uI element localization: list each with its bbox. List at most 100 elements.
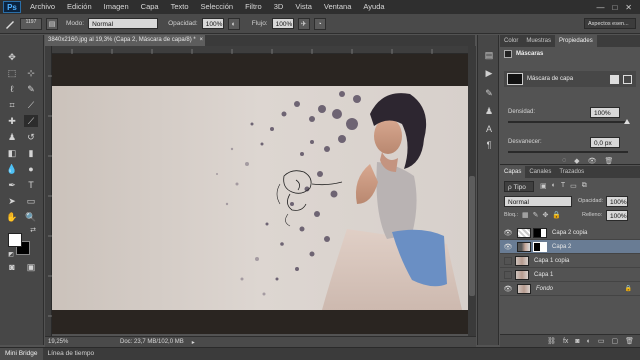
tab-layers[interactable]: Capas (500, 166, 526, 178)
blend-mode-select[interactable]: Normal (504, 196, 572, 207)
menu-imagen[interactable]: Imagen (98, 0, 135, 14)
lock-all-icon[interactable]: 🔒 (552, 211, 561, 219)
density-slider[interactable] (508, 121, 628, 123)
paragraph-panel-icon[interactable]: ¶ (483, 139, 495, 151)
airbrush-icon[interactable]: ✈ (297, 17, 310, 30)
mode-select[interactable]: Normal (88, 18, 159, 29)
filter-pixel-icon[interactable]: ▣ (540, 182, 547, 190)
tab-paths[interactable]: Trazados (555, 166, 588, 178)
healing-tool-icon[interactable]: ✚ (5, 115, 19, 127)
shape-tool-icon[interactable]: ▭ (24, 195, 38, 207)
dodge-tool-icon[interactable]: ● (24, 163, 38, 175)
new-layer-icon[interactable]: ▢ (611, 337, 618, 345)
status-arrow-icon[interactable]: ▸ (192, 339, 195, 346)
tab-color[interactable]: Color (500, 35, 522, 47)
close-button[interactable]: ✕ (625, 3, 632, 12)
layer-row-capa-2-copia[interactable]: 👁 Capa 2 copia (500, 226, 640, 240)
eyedropper-tool-icon[interactable]: ⟋ (24, 99, 38, 111)
feather-input[interactable]: 0,0 px (590, 137, 620, 148)
layer-row-capa-2[interactable]: 👁 Capa 2 (500, 240, 640, 254)
layer-row-fondo[interactable]: 👁 Fondo 🔒 (500, 282, 640, 296)
vertical-scrollbar[interactable] (468, 46, 476, 336)
menu-texto[interactable]: Texto (165, 0, 195, 14)
brush-tool-icon[interactable]: ⟋ (24, 115, 38, 127)
pen-tool-icon[interactable]: ✒ (5, 179, 19, 191)
fx-icon[interactable]: fx (563, 338, 568, 345)
pressure-opacity-icon[interactable]: ◐ (227, 17, 240, 30)
layer-filter-select[interactable]: ρ Tipo (504, 181, 534, 192)
document-tab[interactable]: 3840x2160.jpg al 19,3% (Capa 2, Máscara … (45, 35, 205, 46)
extra-tool-icon[interactable]: ⊹ (24, 67, 38, 79)
menu-edicion[interactable]: Edición (61, 0, 98, 14)
density-input[interactable]: 100% (590, 107, 620, 118)
screen-mode-icon[interactable]: ▣ (24, 261, 38, 273)
scrollbar-thumb[interactable] (469, 176, 475, 296)
zoom-tool-icon[interactable]: 🔍 (24, 211, 38, 223)
layer-mask-thumbnail[interactable] (533, 241, 547, 252)
layer-row-capa-1-copia[interactable]: Capa 1 copia (500, 254, 640, 268)
mask-icon[interactable]: ◙ (575, 338, 579, 345)
fill-input[interactable]: 100% (606, 210, 628, 221)
menu-archivo[interactable]: Archivo (24, 0, 61, 14)
quick-select-tool-icon[interactable]: ✎ (24, 83, 38, 95)
visibility-eye-icon[interactable]: 👁 (503, 285, 513, 293)
filter-shape-icon[interactable]: ▭ (570, 182, 577, 190)
trash-icon[interactable]: 🗑 (625, 337, 634, 345)
marquee-tool-icon[interactable]: ⬚ (5, 67, 19, 79)
blur-tool-icon[interactable]: 💧 (5, 163, 19, 175)
type-tool-icon[interactable]: T (24, 179, 38, 191)
character-panel-icon[interactable]: A (483, 123, 495, 135)
filter-type-icon[interactable]: T (561, 182, 565, 190)
hand-tool-icon[interactable]: ✋ (5, 211, 19, 223)
crop-tool-icon[interactable]: ⌗ (5, 99, 19, 111)
history-brush-tool-icon[interactable]: ↺ (24, 131, 38, 143)
swap-colors-icon[interactable]: ⇄ (26, 225, 40, 237)
pixel-mask-icon[interactable] (610, 74, 619, 84)
menu-3d[interactable]: 3D (268, 0, 290, 14)
actions-panel-icon[interactable]: ▶ (483, 67, 495, 79)
visibility-eye-icon[interactable]: 👁 (503, 229, 513, 237)
eraser-tool-icon[interactable]: ◧ (5, 147, 19, 159)
filter-smart-icon[interactable]: ⧉ (582, 182, 587, 190)
layer-mask-thumbnail[interactable] (533, 227, 547, 238)
lock-pixels-icon[interactable]: ✎ (533, 211, 539, 219)
visibility-eye-icon[interactable] (504, 270, 512, 279)
tab-swatches[interactable]: Muestras (522, 35, 555, 47)
document-close-button[interactable]: × (199, 37, 203, 43)
gradient-tool-icon[interactable]: ▮ (24, 147, 38, 159)
menu-capa[interactable]: Capa (135, 0, 165, 14)
move-tool-icon[interactable]: ✥ (5, 51, 19, 63)
history-panel-icon[interactable]: ▤ (483, 49, 495, 61)
lasso-tool-icon[interactable]: ℓ (5, 83, 19, 95)
maximize-button[interactable]: □ (612, 3, 617, 12)
visibility-eye-icon[interactable]: 👁 (503, 243, 513, 251)
opacity-input[interactable]: 100% (201, 18, 224, 29)
link-icon[interactable]: ⛓ (547, 337, 556, 345)
lock-position-icon[interactable]: ✥ (543, 211, 549, 219)
tab-timeline[interactable]: Línea de tiempo (43, 348, 100, 360)
menu-filtro[interactable]: Filtro (239, 0, 268, 14)
menu-ayuda[interactable]: Ayuda (357, 0, 390, 14)
density-slider-handle[interactable] (624, 119, 630, 124)
layer-row-capa-1[interactable]: Capa 1 (500, 268, 640, 282)
workspace-select[interactable]: Aspectos esen... (584, 18, 636, 29)
brush-panel-icon[interactable]: ▤ (46, 17, 58, 30)
brush-preset-picker[interactable]: 1197 (20, 17, 42, 30)
visibility-eye-icon[interactable] (504, 256, 512, 265)
vertical-ruler[interactable] (45, 46, 52, 336)
flow-input[interactable]: 100% (271, 18, 294, 29)
delete-mask-icon[interactable]: 🗑 (604, 157, 613, 165)
tab-properties[interactable]: Propiedades (555, 35, 597, 47)
folder-icon[interactable]: ▭ (598, 337, 605, 345)
menu-ventana[interactable]: Ventana (318, 0, 358, 14)
document-image[interactable] (52, 54, 468, 334)
tab-channels[interactable]: Canales (525, 166, 555, 178)
brush-panel-icon[interactable]: ✎ (483, 87, 495, 99)
tab-mini-bridge[interactable]: Mini Bridge (0, 348, 43, 360)
quick-mask-icon[interactable]: ◙ (5, 261, 19, 273)
default-colors-icon[interactable]: ◩ (4, 249, 18, 261)
clone-source-icon[interactable]: ♟ (483, 105, 495, 117)
pressure-size-icon[interactable]: ◔ (313, 17, 326, 30)
toggle-mask-icon[interactable]: 👁 (588, 157, 597, 165)
load-selection-icon[interactable]: ◌ (562, 157, 566, 165)
